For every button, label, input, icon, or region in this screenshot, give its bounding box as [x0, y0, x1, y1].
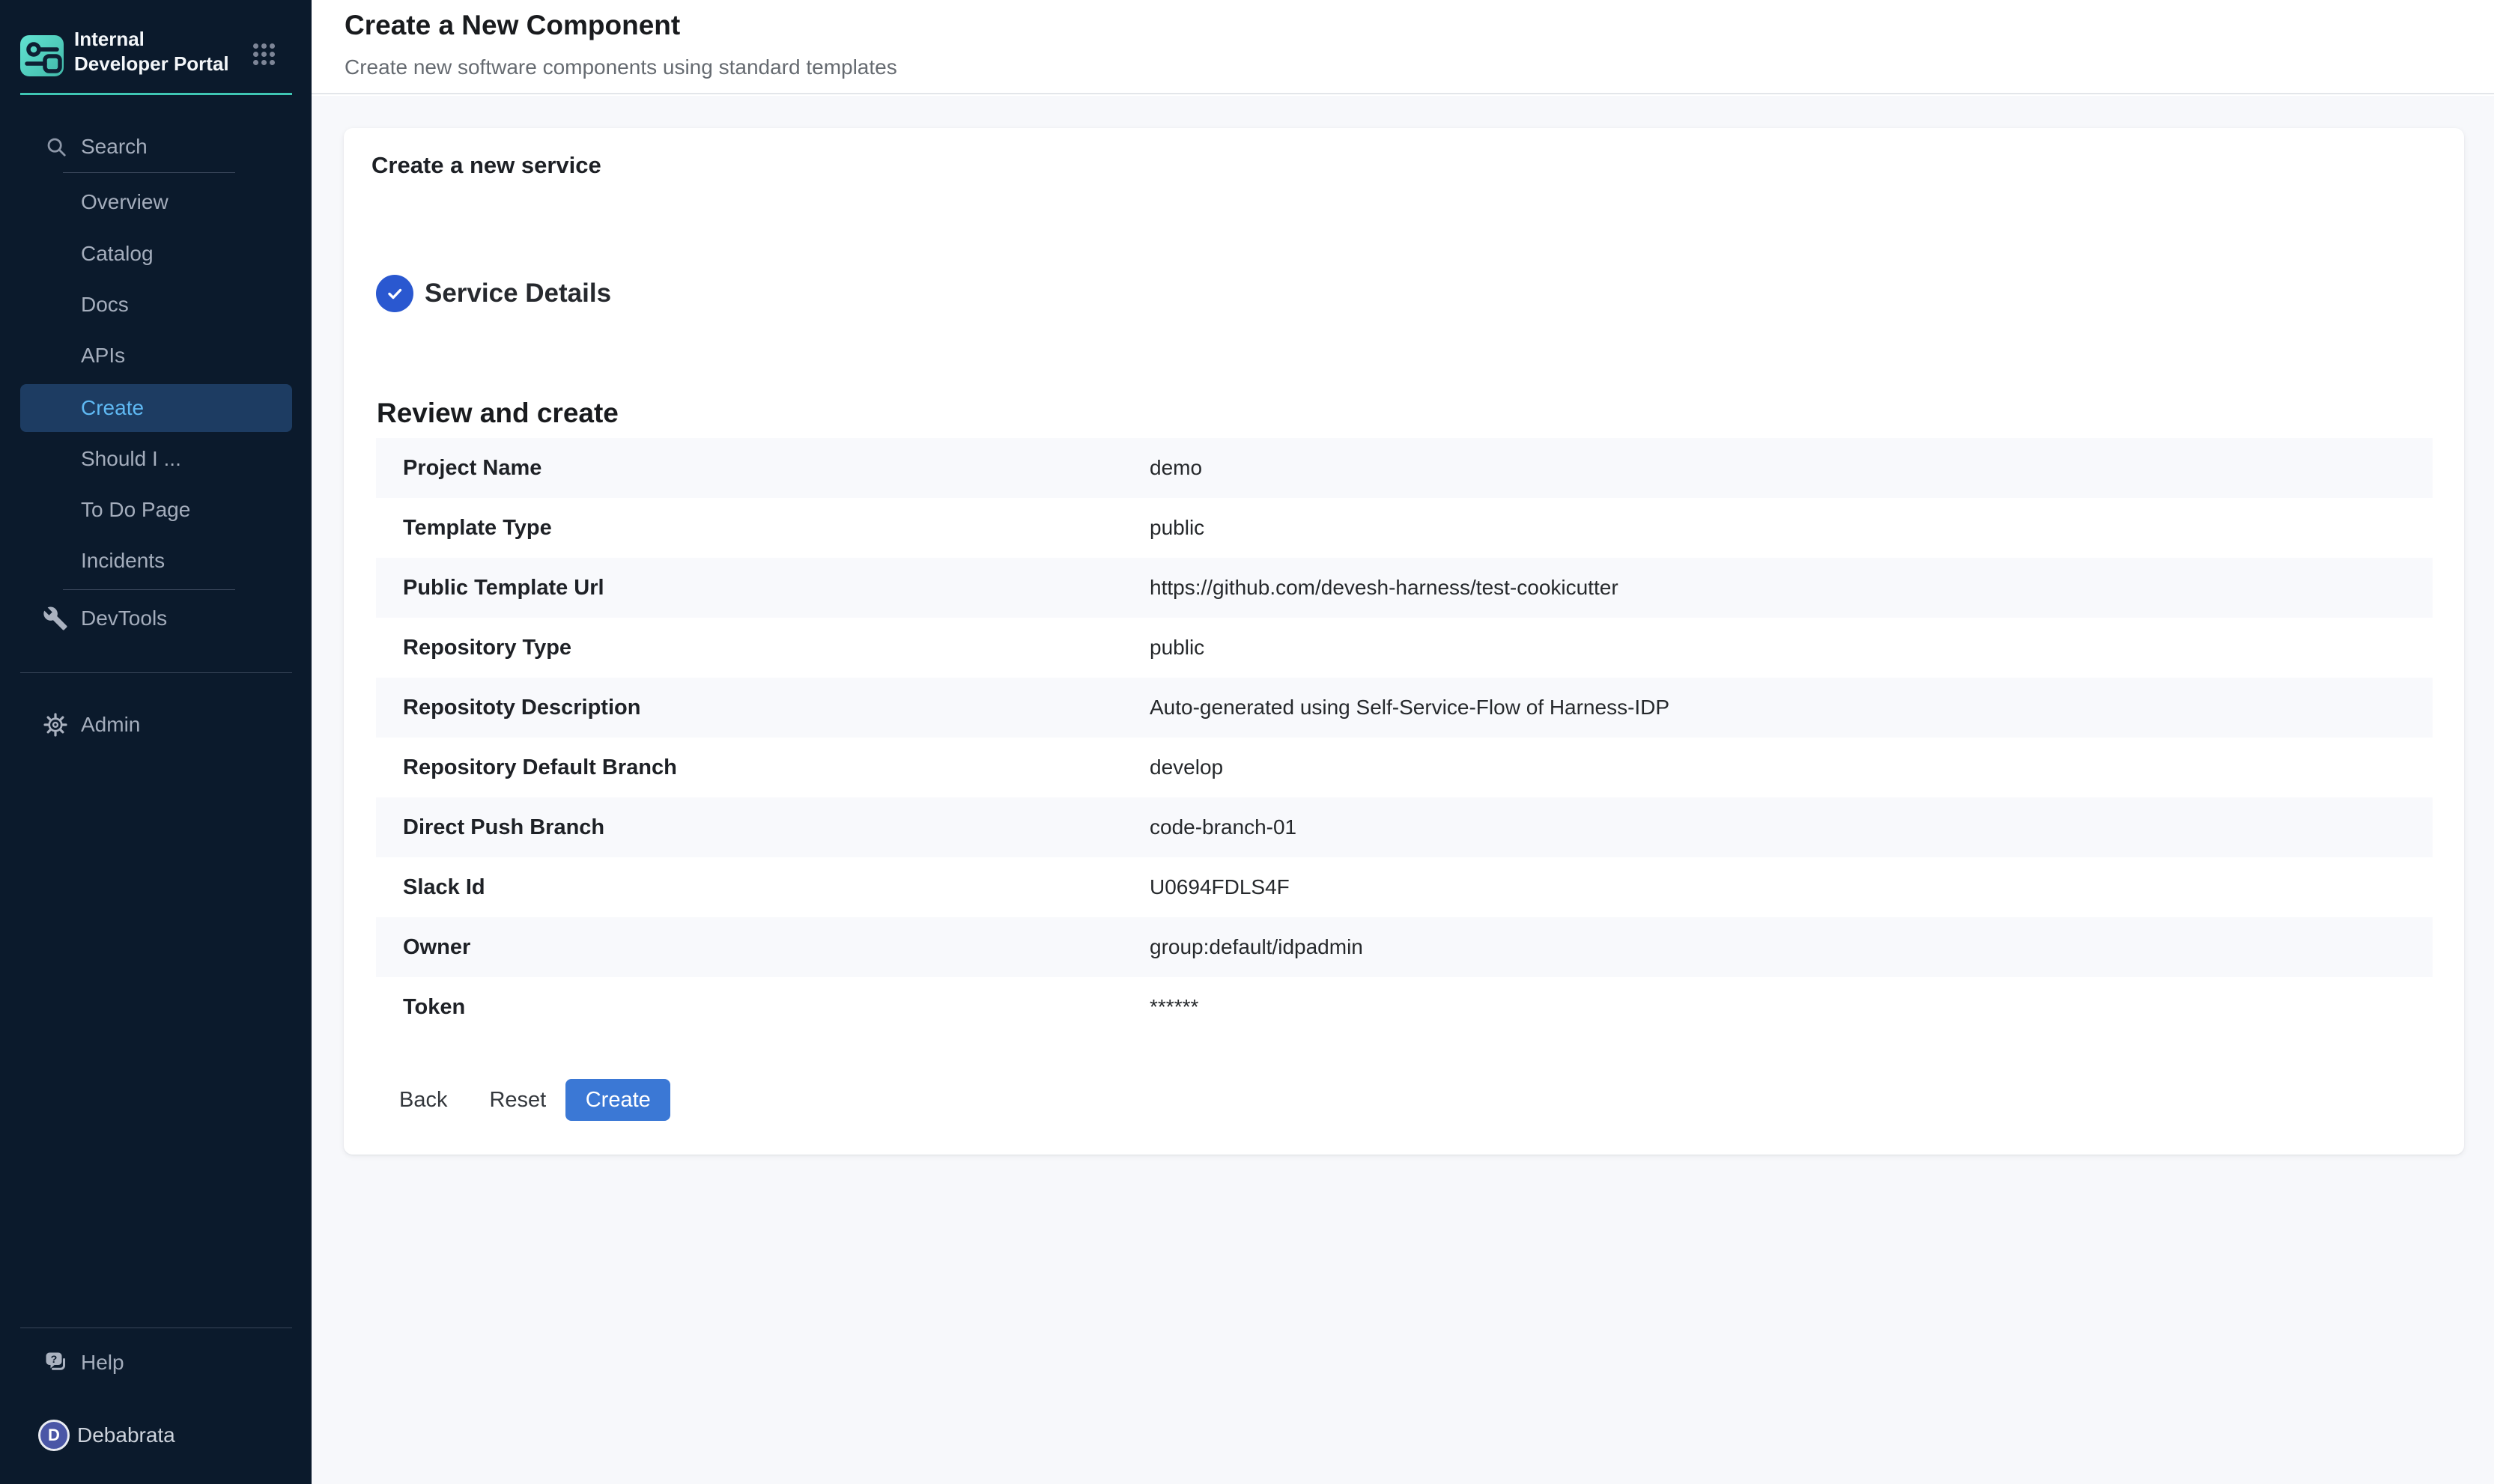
table-row: Repositoty Description Auto-generated us… [376, 678, 2433, 738]
reset-button[interactable]: Reset [489, 1088, 546, 1113]
row-value: ****** [1150, 995, 1198, 1019]
apps-grid-icon[interactable] [253, 43, 275, 67]
sidebar-item-label: Docs [81, 293, 129, 317]
row-label: Repository Default Branch [403, 755, 1150, 780]
row-value: code-branch-01 [1150, 815, 1296, 839]
table-row: Repository Default Branch develop [376, 738, 2433, 797]
sidebar-item-label: Create [81, 396, 144, 420]
sidebar-item-label: APIs [81, 344, 125, 368]
sidebar-item-create[interactable]: Create [20, 384, 292, 432]
user-avatar[interactable]: D [38, 1420, 70, 1451]
sidebar-item-should-i[interactable]: Should I ... [0, 435, 312, 483]
sidebar-item-help[interactable]: ? Help [0, 1339, 312, 1387]
sidebar-item-overview[interactable]: Overview [0, 178, 312, 226]
row-label: Repositoty Description [403, 696, 1150, 720]
table-row: Token ****** [376, 977, 2433, 1037]
sidebar-accent-divider [20, 93, 292, 95]
step-label: Service Details [425, 279, 611, 308]
sidebar-divider [20, 672, 292, 673]
row-value: U0694FDLS4F [1150, 875, 1290, 899]
review-table: Project Name demo Template Type public P… [376, 438, 2433, 1037]
table-row: Slack Id U0694FDLS4F [376, 857, 2433, 917]
row-value: develop [1150, 755, 1223, 779]
sidebar: Internal Developer Portal Search Overvie… [0, 0, 312, 1484]
row-label: Repository Type [403, 636, 1150, 660]
row-value: group:default/idpadmin [1150, 935, 1363, 959]
sidebar-item-label: Incidents [81, 549, 165, 573]
row-label: Template Type [403, 516, 1150, 541]
create-button[interactable]: Create [565, 1079, 670, 1121]
row-value: Auto-generated using Self-Service-Flow o… [1150, 696, 1669, 720]
search-icon [45, 136, 67, 158]
table-row: Direct Push Branch code-branch-01 [376, 797, 2433, 857]
sidebar-item-apis[interactable]: APIs [0, 332, 312, 380]
gear-icon [43, 713, 67, 737]
sidebar-item-label: Catalog [81, 242, 154, 266]
back-button[interactable]: Back [399, 1088, 447, 1113]
svg-text:?: ? [51, 1354, 58, 1366]
review-title: Review and create [377, 397, 619, 430]
row-label: Slack Id [403, 875, 1150, 900]
create-service-card: Create a new service Service Details Rev… [344, 128, 2464, 1155]
sidebar-item-devtools[interactable]: DevTools [0, 594, 312, 642]
sidebar-item-label: Overview [81, 190, 169, 214]
card-title: Create a new service [371, 152, 601, 179]
content-area: Create a new service Service Details Rev… [312, 96, 2494, 1484]
sidebar-divider [63, 589, 235, 590]
table-row: Public Template Url https://github.com/d… [376, 558, 2433, 618]
table-row: Template Type public [376, 498, 2433, 558]
page-header: Create a New Component Create new softwa… [312, 0, 2494, 94]
row-label: Owner [403, 935, 1150, 960]
row-label: Token [403, 995, 1150, 1020]
sliders-logo-icon [20, 35, 64, 76]
row-value: demo [1150, 456, 1202, 480]
avatar-initial: D [48, 1426, 60, 1445]
app-root: Internal Developer Portal Search Overvie… [0, 0, 2494, 1484]
help-chat-icon: ? [43, 1349, 70, 1376]
row-value: https://github.com/devesh-harness/test-c… [1150, 576, 1618, 600]
sidebar-item-admin[interactable]: Admin [0, 701, 312, 749]
row-label: Public Template Url [403, 576, 1150, 600]
row-label: Direct Push Branch [403, 815, 1150, 840]
sidebar-item-incidents[interactable]: Incidents [0, 537, 312, 585]
page-title: Create a New Component [345, 10, 680, 41]
sidebar-item-catalog[interactable]: Catalog [0, 230, 312, 278]
sidebar-item-label: To Do Page [81, 498, 190, 522]
sidebar-divider [63, 172, 235, 173]
sidebar-item-to-do-page[interactable]: To Do Page [0, 486, 312, 534]
user-menu[interactable]: Debabrata [77, 1420, 175, 1451]
user-name-label: Debabrata [77, 1423, 175, 1447]
row-value: public [1150, 516, 1204, 540]
table-row: Project Name demo [376, 438, 2433, 498]
page-subtitle: Create new software components using sta… [345, 55, 897, 79]
sidebar-search-label: Search [81, 135, 148, 159]
table-row: Owner group:default/idpadmin [376, 917, 2433, 977]
sidebar-search[interactable]: Search [0, 123, 312, 171]
portal-logo[interactable] [20, 35, 64, 76]
stepper-service-details[interactable]: Service Details [376, 275, 611, 312]
sidebar-item-label: Should I ... [81, 447, 181, 471]
sidebar-item-label: Help [81, 1351, 124, 1375]
row-label: Project Name [403, 456, 1150, 481]
table-row: Repository Type public [376, 618, 2433, 678]
wrench-icon [43, 606, 68, 631]
sidebar-item-label: DevTools [81, 606, 167, 630]
sidebar-item-docs[interactable]: Docs [0, 281, 312, 329]
form-actions: Back Reset Create [399, 1079, 670, 1121]
row-value: public [1150, 636, 1204, 660]
step-completed-check-icon [376, 275, 413, 312]
portal-title: Internal Developer Portal [74, 27, 243, 76]
sidebar-item-label: Admin [81, 713, 140, 737]
